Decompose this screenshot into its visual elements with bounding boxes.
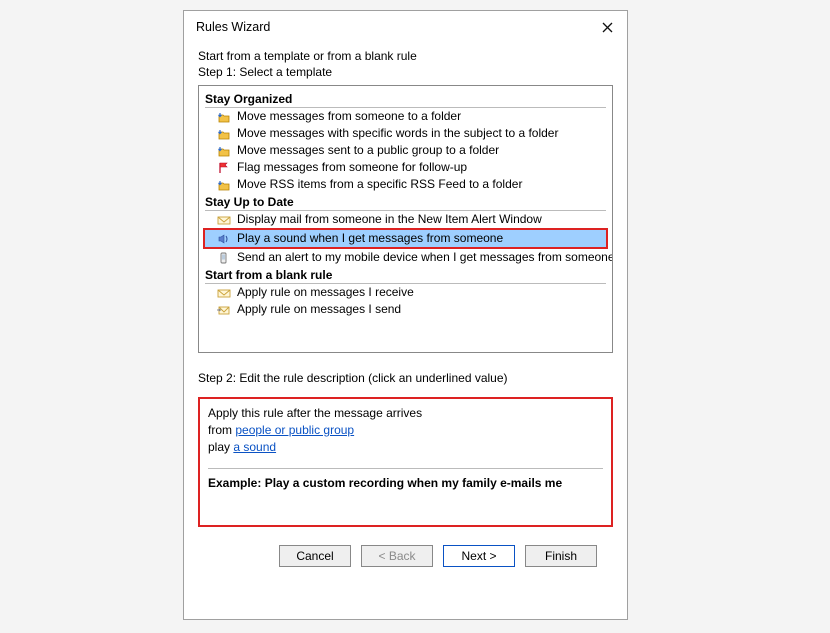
desc-example: Example: Play a custom recording when my… (208, 475, 603, 492)
template-item-label: Move messages with specific words in the… (237, 125, 558, 142)
template-item-mobile-alert[interactable]: Send an alert to my mobile device when I… (205, 249, 606, 266)
section-header-blank: Start from a blank rule (205, 268, 606, 284)
template-listbox[interactable]: Stay Organized Move messages from someon… (198, 85, 613, 353)
link-a-sound[interactable]: a sound (233, 440, 276, 454)
envelope-icon (217, 214, 231, 226)
finish-button[interactable]: Finish (525, 545, 597, 567)
desc-line-3-prefix: play (208, 440, 233, 454)
cancel-button[interactable]: Cancel (279, 545, 351, 567)
envelope-out-icon (217, 304, 231, 316)
template-item-move-subject-words[interactable]: Move messages with specific words in the… (205, 125, 606, 142)
move-folder-icon (217, 128, 231, 140)
back-button[interactable]: < Back (361, 545, 433, 567)
template-item-label: Flag messages from someone for follow-up (237, 159, 467, 176)
desc-line-1: Apply this rule after the message arrive… (208, 405, 603, 422)
template-item-apply-send[interactable]: Apply rule on messages I send (205, 301, 606, 318)
speaker-icon (217, 233, 231, 245)
close-icon (602, 22, 613, 33)
phone-icon (217, 252, 231, 264)
template-item-display-alert[interactable]: Display mail from someone in the New Ite… (205, 211, 606, 228)
step2-label: Step 2: Edit the rule description (click… (198, 371, 613, 385)
template-item-apply-receive[interactable]: Apply rule on messages I receive (205, 284, 606, 301)
intro-line-1: Start from a template or from a blank ru… (198, 49, 613, 63)
template-item-label: Move messages sent to a public group to … (237, 142, 499, 159)
move-folder-icon (217, 179, 231, 191)
button-row: Cancel < Back Next > Finish (198, 527, 613, 567)
next-button[interactable]: Next > (443, 545, 515, 567)
template-item-label: Display mail from someone in the New Ite… (237, 211, 542, 228)
dialog-content: Start from a template or from a blank ru… (184, 41, 627, 577)
section-header-organized: Stay Organized (205, 92, 606, 108)
template-item-label: Send an alert to my mobile device when I… (237, 249, 613, 266)
envelope-in-icon (217, 287, 231, 299)
template-item-move-from-someone[interactable]: Move messages from someone to a folder (205, 108, 606, 125)
template-item-label: Apply rule on messages I send (237, 301, 401, 318)
section-header-uptodate: Stay Up to Date (205, 195, 606, 211)
intro-line-2: Step 1: Select a template (198, 65, 613, 79)
template-item-label: Move messages from someone to a folder (237, 108, 461, 125)
template-item-move-public-group[interactable]: Move messages sent to a public group to … (205, 142, 606, 159)
template-item-label: Apply rule on messages I receive (237, 284, 414, 301)
flag-icon (217, 162, 231, 174)
template-item-play-sound[interactable]: Play a sound when I get messages from so… (203, 228, 608, 249)
template-item-move-rss[interactable]: Move RSS items from a specific RSS Feed … (205, 176, 606, 193)
rules-wizard-dialog: Rules Wizard Start from a template or fr… (183, 10, 628, 620)
template-item-label: Move RSS items from a specific RSS Feed … (237, 176, 522, 193)
desc-divider (208, 468, 603, 469)
close-button[interactable] (597, 17, 617, 37)
move-folder-icon (217, 145, 231, 157)
desc-line-2-prefix: from (208, 423, 235, 437)
dialog-title: Rules Wizard (196, 20, 270, 34)
template-item-flag-followup[interactable]: Flag messages from someone for follow-up (205, 159, 606, 176)
intro-text: Start from a template or from a blank ru… (198, 49, 613, 79)
template-item-label: Play a sound when I get messages from so… (237, 230, 503, 247)
rule-description-box: Apply this rule after the message arrive… (198, 397, 613, 527)
titlebar: Rules Wizard (184, 11, 627, 41)
desc-line-3: play a sound (208, 439, 603, 456)
desc-line-2: from people or public group (208, 422, 603, 439)
move-folder-icon (217, 111, 231, 123)
link-people-or-group[interactable]: people or public group (235, 423, 354, 437)
